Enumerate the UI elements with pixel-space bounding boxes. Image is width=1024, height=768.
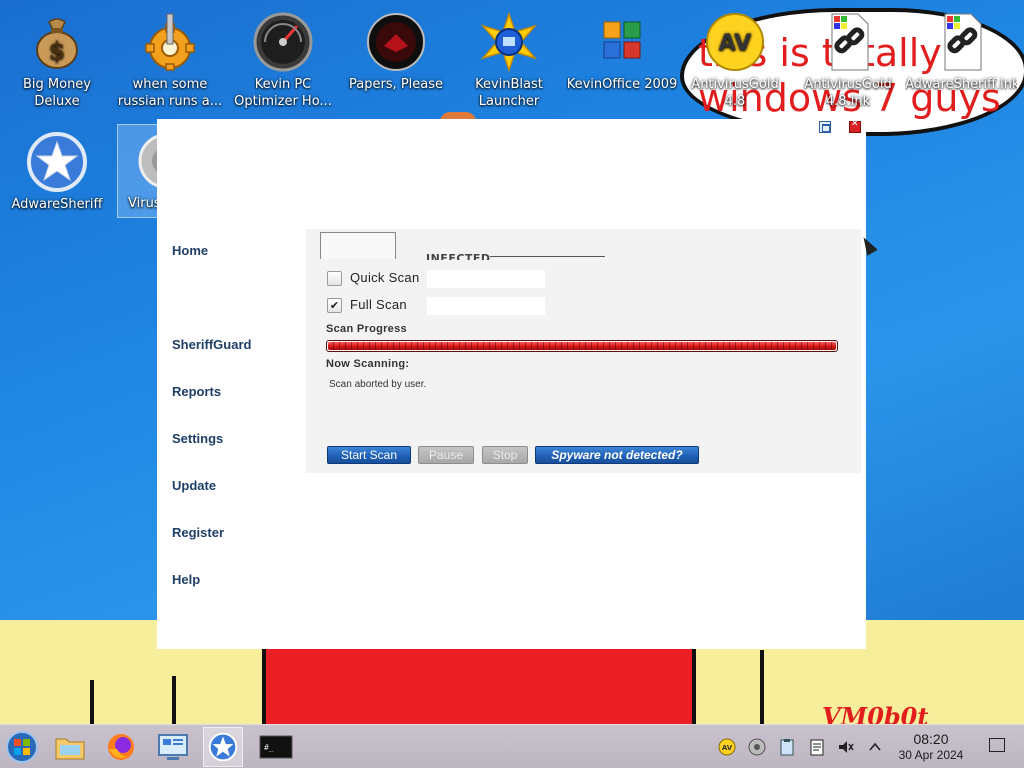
show-desktop-icon[interactable] [989, 738, 1005, 752]
nav-sheriffguard[interactable]: SheriffGuard [172, 337, 251, 352]
desktop-icon-label: AntivirusGold 4.8.lnk [804, 77, 892, 109]
desktop-icon-virus[interactable]: Virus [117, 124, 159, 218]
desktop-icon-label: Papers, Please [348, 77, 444, 92]
wallpaper-stroke [760, 650, 764, 724]
quick-scan-field [427, 270, 545, 288]
full-scan-checkbox[interactable]: ✔ [327, 298, 342, 313]
gear-icon [140, 12, 200, 72]
scan-progress-bar [326, 340, 838, 352]
chevron-up-icon[interactable] [866, 738, 884, 756]
desktop-icon-kevinoffice-2009[interactable]: KevinOffice 2009 [566, 6, 678, 93]
clock-time[interactable]: 08:20 [900, 731, 962, 747]
nav-settings[interactable]: Settings [172, 431, 223, 446]
taskbar: #_ AV 08:20 30 Apr 2024 [0, 724, 1024, 768]
wallpaper-stroke [172, 676, 176, 724]
adware-sheriff-taskbar-icon[interactable] [203, 727, 243, 767]
antivirus-tray-icon[interactable]: AV [718, 738, 736, 756]
wallpaper-stroke [90, 680, 94, 724]
nav-reports[interactable]: Reports [172, 384, 221, 399]
link-file-icon [818, 12, 878, 72]
desktop-icon-big-money-deluxe[interactable]: $ Big Money Deluxe [1, 6, 113, 110]
nav-register[interactable]: Register [172, 525, 224, 540]
desktop-icon-kevinblast-launcher[interactable]: KevinBlast Launcher [453, 6, 565, 110]
papers-please-icon [366, 12, 426, 72]
firefox-icon[interactable] [101, 727, 141, 767]
money-bag-icon: $ [27, 12, 87, 72]
desktop-icon-papers-please[interactable]: Papers, Please [340, 6, 452, 93]
desktop-icon-label: when some russian runs a... [117, 77, 223, 109]
quick-scan-label: Quick Scan [350, 270, 420, 285]
control-panel-icon[interactable] [153, 727, 193, 767]
virus-icon [136, 131, 158, 191]
terminal-icon[interactable]: #_ [256, 727, 296, 767]
start-orb-icon[interactable] [2, 727, 42, 767]
full-scan-field [427, 297, 545, 315]
scan-status-message: Scan aborted by user. [329, 379, 427, 390]
kevinblast-icon [479, 11, 539, 73]
scan-panel: INFECTED Quick Scan ✔ Full Scan Scan Pro… [306, 229, 861, 473]
clipboard-tray-icon[interactable] [778, 738, 796, 756]
desktop-icon-label: Big Money Deluxe [22, 77, 91, 109]
notes-tray-icon[interactable] [808, 738, 826, 756]
svg-text:$: $ [49, 36, 66, 65]
scan-progress-label: Scan Progress [326, 323, 407, 335]
start-scan-button[interactable]: Start Scan [327, 446, 411, 464]
svg-text:AV: AV [719, 31, 752, 56]
desktop-icon-adwaresheriff[interactable]: AdwareSheriff [1, 126, 113, 213]
nav-help[interactable]: Help [172, 572, 200, 587]
svg-text:AV: AV [722, 744, 733, 752]
desktop-icon-label: KevinOffice 2009 [566, 77, 678, 92]
desktop-icon-label: Virus [128, 196, 158, 211]
scan-tab[interactable] [320, 232, 396, 259]
volume-muted-icon[interactable] [837, 738, 855, 756]
av-gold-icon: AV [705, 12, 765, 72]
desktop-icon-label: AdwareSheriff [11, 197, 103, 212]
close-button[interactable] [849, 119, 861, 133]
disc-tray-icon[interactable] [748, 738, 766, 756]
link-file-icon [931, 12, 991, 72]
desktop[interactable]: this is totally windows 7 guys VM0b0t $ … [0, 0, 1024, 768]
desktop-icon-adwaresheriff-lnk[interactable]: AdwareSheriff.lnk [905, 6, 1017, 93]
desktop-icon-antivirusgold[interactable]: AV AntivirusGold 4.8 [679, 6, 791, 110]
wallpaper-red-shape [262, 640, 696, 730]
desktop-icon-label: AntivirusGold 4.8 [691, 77, 779, 109]
nav-home[interactable]: Home [172, 243, 208, 258]
desktop-icon-kevin-pc-optimizer[interactable]: Kevin PC Optimizer Ho... [227, 6, 339, 110]
sheriff-star-icon [27, 132, 87, 192]
full-scan-option[interactable]: ✔ Full Scan [327, 297, 547, 315]
scan-progress-fill [328, 342, 836, 350]
pause-button[interactable]: Pause [418, 446, 474, 464]
quick-scan-option[interactable]: Quick Scan [327, 270, 547, 288]
file-manager-icon[interactable] [50, 727, 90, 767]
clock-date[interactable]: 30 Apr 2024 [888, 748, 974, 762]
tab-status-label: INFECTED [426, 252, 491, 260]
desktop-icon-label: Kevin PC Optimizer Ho... [234, 77, 332, 109]
desktop-icon-label: KevinBlast Launcher [475, 77, 543, 109]
maximize-button[interactable] [819, 121, 831, 133]
now-scanning-label: Now Scanning: [326, 358, 410, 370]
adware-sheriff-window[interactable]: Home SheriffGuard Reports Settings Updat… [157, 119, 866, 649]
svg-text:#_: #_ [264, 743, 274, 752]
gauge-icon [253, 12, 313, 72]
desktop-icon-antivirusgold-lnk[interactable]: AntivirusGold 4.8.lnk [792, 6, 904, 110]
nav-update[interactable]: Update [172, 478, 216, 493]
desktop-icon-russian-gear[interactable]: when some russian runs a... [114, 6, 226, 110]
stop-button[interactable]: Stop [482, 446, 528, 464]
tab-divider [490, 256, 605, 257]
full-scan-label: Full Scan [350, 297, 407, 312]
desktop-icon-label: AdwareSheriff.lnk [905, 77, 1017, 92]
quick-scan-checkbox[interactable] [327, 271, 342, 286]
spyware-not-detected-button[interactable]: Spyware not detected? [535, 446, 699, 464]
office-icon [592, 12, 652, 72]
